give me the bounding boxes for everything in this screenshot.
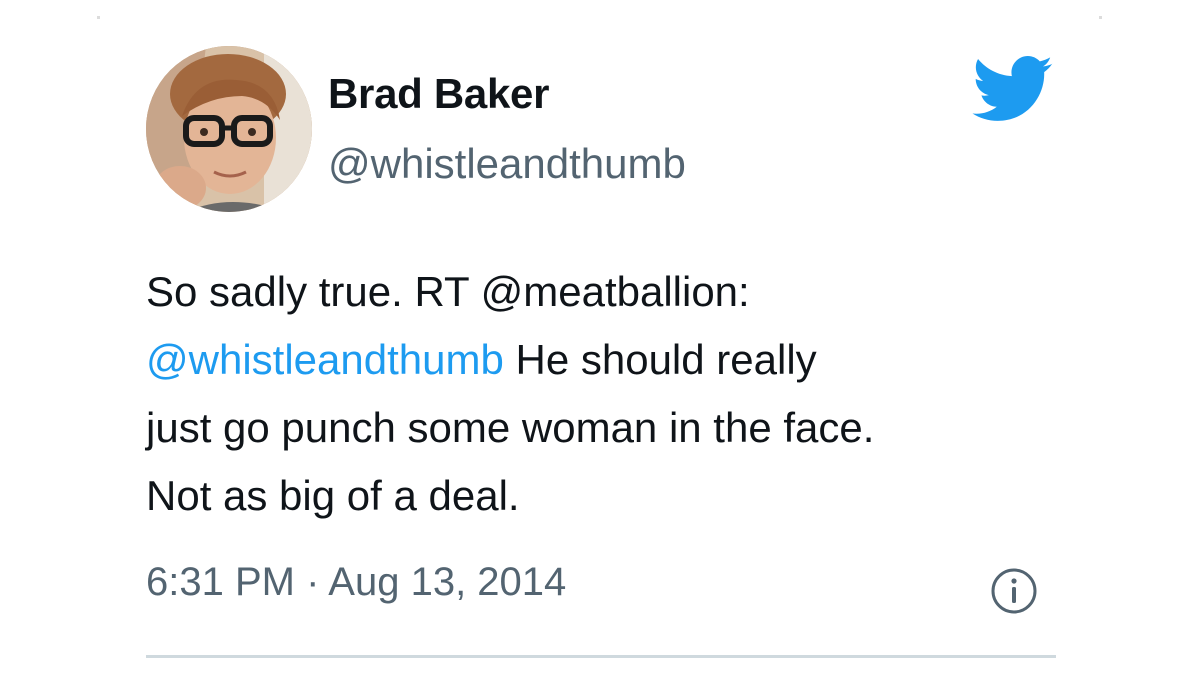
- author-handle[interactable]: @whistleandthumb: [328, 140, 686, 188]
- corner-mark-right: [1099, 16, 1102, 19]
- corner-mark-left: [97, 16, 100, 19]
- tweet-text-line-2: @whistleandthumb He should really: [146, 326, 1086, 394]
- mention-link[interactable]: @whistleandthumb: [146, 336, 504, 383]
- profile-photo: [146, 46, 312, 212]
- tweet-card: Brad Baker @whistleandthumb So sadly tru…: [0, 0, 1200, 675]
- divider: [146, 655, 1056, 658]
- tweet-text-line-1: So sadly true. RT @meatballion:: [146, 268, 750, 315]
- tweet-text-line-4: Not as big of a deal.: [146, 472, 520, 519]
- tweet-text-line-3: just go punch some woman in the face.: [146, 404, 875, 451]
- tweet-text-line-2-rest: He should really: [503, 336, 817, 383]
- twitter-bird-icon[interactable]: [972, 56, 1054, 122]
- info-icon[interactable]: [990, 567, 1038, 615]
- author-display-name[interactable]: Brad Baker: [328, 70, 549, 118]
- tweet-text: So sadly true. RT @meatballion: @whistle…: [146, 258, 1086, 530]
- tweet-timestamp[interactable]: 6:31 PM · Aug 13, 2014: [146, 560, 566, 605]
- avatar[interactable]: [146, 46, 312, 212]
